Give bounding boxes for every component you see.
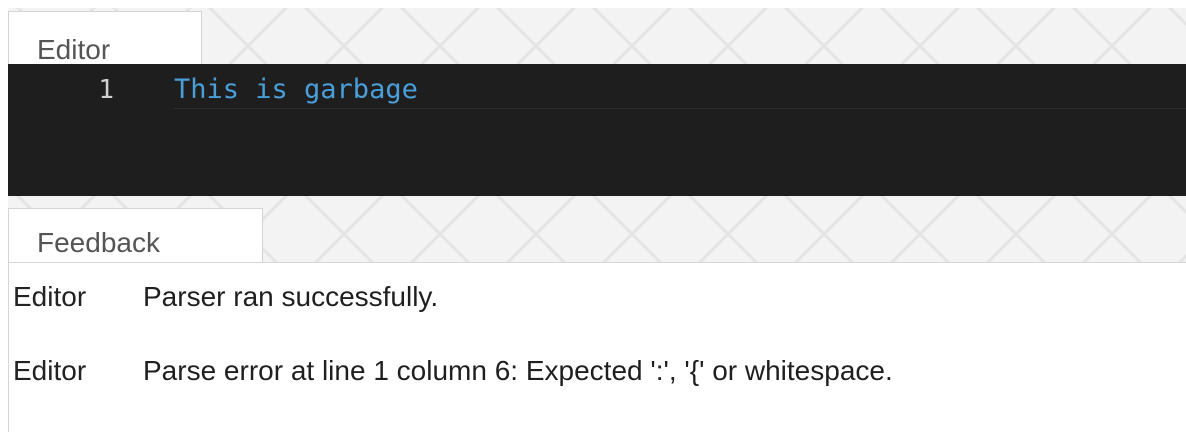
code-editor[interactable]: 1 This is garbage bbox=[8, 64, 1186, 196]
message-text: Parser ran successfully. bbox=[143, 281, 439, 312]
message-text: Parse error at line 1 column 6: Expected… bbox=[143, 355, 893, 386]
message-source: Editor bbox=[13, 355, 87, 386]
app-window: Editor 1 This is garbage Feedback Editor… bbox=[0, 0, 1186, 432]
tab-editor-label: Editor bbox=[37, 34, 111, 65]
code-line-text: This is garbage bbox=[174, 74, 418, 105]
line-number: 1 bbox=[98, 75, 114, 105]
feedback-message: Editor Parser ran successfully. bbox=[9, 281, 438, 313]
tab-feedback-label: Feedback bbox=[37, 227, 160, 258]
feedback-message: Editor Parse error at line 1 column 6: Ex… bbox=[9, 355, 893, 387]
feedback-tab-strip: Feedback bbox=[8, 196, 1186, 263]
editor-tab-strip: Editor bbox=[8, 8, 1186, 65]
feedback-list: Editor Parser ran successfully. Editor Par… bbox=[8, 263, 1186, 432]
tab-feedback[interactable]: Feedback bbox=[8, 208, 263, 262]
message-source: Editor bbox=[13, 281, 87, 312]
tab-editor[interactable]: Editor bbox=[8, 11, 202, 65]
code-line[interactable]: This is garbage bbox=[174, 72, 1186, 109]
